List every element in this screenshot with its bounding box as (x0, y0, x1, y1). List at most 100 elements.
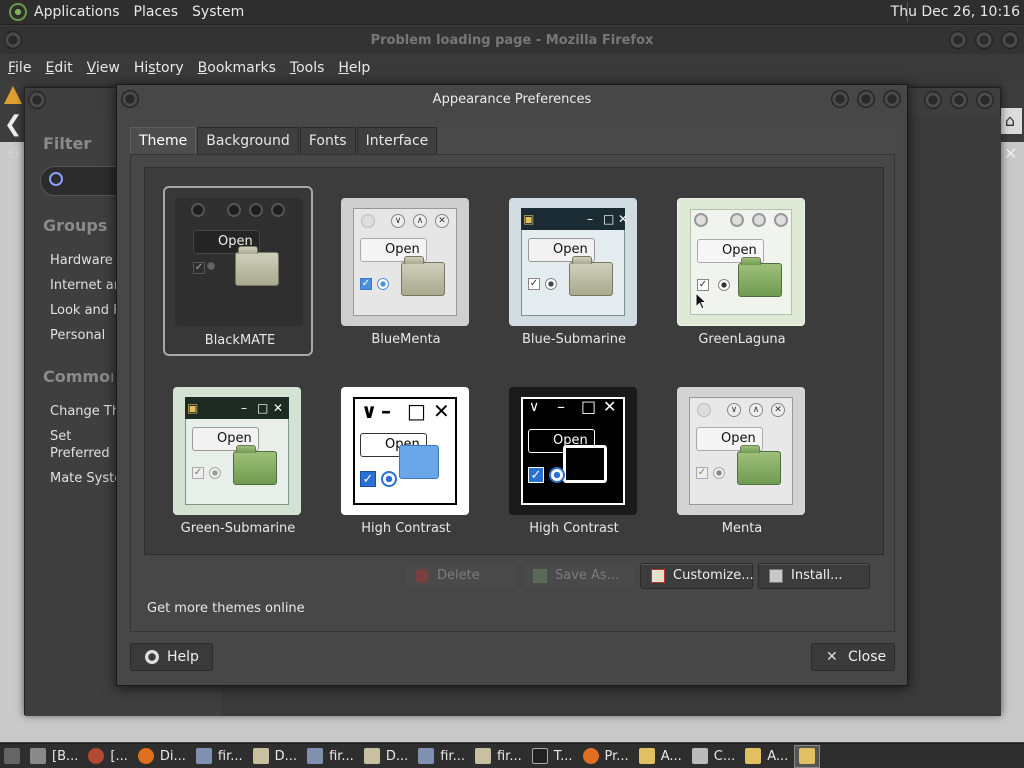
menu-history[interactable]: History (127, 60, 191, 76)
taskbar-item[interactable]: [... (84, 745, 131, 768)
close-icon: ✕ (603, 397, 617, 416)
firefox-window-title: Problem loading page - Mozilla Firefox (370, 32, 654, 48)
minimize-icon: – (241, 401, 247, 415)
folder-icon (399, 445, 439, 479)
theme-preview: ∨ – □ ✕ Open ✓ (509, 387, 637, 515)
close-button[interactable]: ✕ Close (811, 643, 895, 671)
taskbar-item[interactable]: fir... (192, 745, 247, 768)
group-hardware[interactable]: Hardware (50, 252, 120, 269)
checkbox-icon: ✓ (360, 278, 372, 290)
close-icon[interactable] (1001, 31, 1019, 49)
theme-name: BlackMATE (204, 333, 276, 348)
theme-preview: Open ✓ (175, 198, 303, 326)
maximize-icon[interactable] (950, 91, 968, 109)
preview-window-button-icon (227, 203, 241, 217)
taskbar-item[interactable]: fir... (471, 745, 526, 768)
folder-icon (563, 445, 607, 483)
task-system-monitor[interactable]: Mate System Monitor (50, 470, 120, 487)
taskbar-item[interactable]: A... (741, 745, 792, 768)
maximize-icon: □ (581, 397, 597, 416)
terminal-icon (195, 748, 212, 764)
chevron-down-icon: ∨ (361, 399, 378, 423)
tab-theme[interactable]: Theme (130, 127, 197, 155)
customize-button[interactable]: Customize... (640, 563, 754, 589)
taskbar-item-active[interactable] (794, 744, 821, 768)
back-arrow-icon[interactable]: ❮ (4, 112, 22, 137)
task-preferred-apps[interactable]: Set Preferred Applications (50, 428, 120, 462)
delete-button[interactable]: Delete (404, 563, 518, 589)
taskbar-item[interactable]: C... (688, 745, 739, 768)
menu-bookmarks[interactable]: Bookmarks (191, 60, 283, 76)
stop-icon[interactable]: ✕ (1004, 144, 1017, 163)
filter-search-input[interactable] (40, 166, 120, 196)
close-icon: ✕ (433, 399, 450, 423)
group-internet[interactable]: Internet and Network (50, 277, 120, 294)
theme-item-greenlaguna[interactable]: Open ✓ GreenLaguna (667, 186, 817, 356)
groups-heading: Groups (43, 216, 108, 235)
applications-menu[interactable]: Applications (27, 4, 127, 20)
theme-item-bluementa[interactable]: ∨ ∧ ✕ Open ✓ BlueMenta (331, 186, 481, 356)
system-menu[interactable]: System (185, 4, 251, 20)
help-button[interactable]: Help (130, 643, 213, 671)
minimize-icon[interactable] (949, 31, 967, 49)
app-icon: ▣ (187, 401, 199, 415)
window-menu-icon[interactable] (28, 91, 46, 109)
save-as-button[interactable]: Save As... (522, 563, 636, 589)
folder-icon (474, 748, 491, 764)
maximize-icon[interactable] (857, 90, 875, 108)
show-desktop-button[interactable] (0, 745, 24, 768)
taskbar-item[interactable]: [B... (26, 745, 82, 768)
group-personal[interactable]: Personal (50, 327, 120, 344)
theme-preview: ∨ ∧ ✕ Open ✓ (677, 387, 805, 515)
theme-item-high-contrast-inverse[interactable]: ∨ – □ ✕ Open ✓ High Contrast (499, 375, 649, 545)
identity-icon[interactable]: ⚇ (8, 146, 21, 162)
theme-item-green-submarine[interactable]: ▣ – □ ✕ Open ✓ Green-Submarine (163, 375, 313, 545)
folder-icon (235, 246, 279, 286)
taskbar-item[interactable]: fir... (414, 745, 469, 768)
theme-item-high-contrast[interactable]: ∨ – □ ✕ Open ✓ High Contrast (331, 375, 481, 545)
taskbar-item[interactable]: D... (249, 745, 301, 768)
minimize-icon[interactable] (924, 91, 942, 109)
mate-logo-icon[interactable] (9, 3, 27, 21)
home-icon[interactable]: ⌂ (998, 108, 1022, 134)
menu-tools[interactable]: Tools (283, 60, 332, 76)
maximize-icon: □ (407, 399, 426, 423)
taskbar-item[interactable]: T... (528, 745, 577, 768)
close-icon[interactable] (883, 90, 901, 108)
theme-item-menta[interactable]: ∨ ∧ ✕ Open ✓ Menta (667, 375, 817, 545)
chevron-down-icon: ∨ (727, 403, 741, 417)
tab-fonts[interactable]: Fonts (299, 127, 356, 154)
control-center-icon (691, 748, 708, 764)
places-menu[interactable]: Places (127, 4, 186, 20)
theme-item-blue-submarine[interactable]: ▣ – □ ✕ Open ✓ Blue-Submarine (499, 186, 649, 356)
theme-item-blackmate[interactable]: Open ✓ BlackMATE (163, 186, 313, 356)
menu-view[interactable]: View (80, 60, 127, 76)
maximize-icon[interactable] (975, 31, 993, 49)
window-menu-icon[interactable] (4, 31, 22, 49)
taskbar-item[interactable]: Pr... (579, 745, 633, 768)
clock[interactable]: Thu Dec 26, 10:16 (891, 4, 1020, 20)
tab-background[interactable]: Background (197, 127, 299, 154)
menu-file[interactable]: File (1, 60, 38, 76)
menu-help[interactable]: Help (331, 60, 377, 76)
install-button[interactable]: Install... (758, 563, 870, 589)
warning-icon (4, 86, 22, 104)
close-icon: ✕ (273, 401, 284, 415)
tab-interface[interactable]: Interface (356, 127, 438, 154)
common-tasks-heading: Common Tasks (43, 367, 113, 386)
menu-edit[interactable]: Edit (38, 60, 79, 76)
taskbar-item[interactable]: A... (635, 745, 686, 768)
window-menu-icon[interactable] (121, 90, 139, 108)
window-icon (30, 748, 46, 764)
terminal-icon (531, 748, 548, 764)
theme-preview: ▣ – □ ✕ Open ✓ (173, 387, 301, 515)
taskbar-item[interactable]: D... (360, 745, 412, 768)
close-icon: ✕ (826, 649, 838, 665)
minimize-icon[interactable] (831, 90, 849, 108)
taskbar-item[interactable]: fir... (303, 745, 358, 768)
taskbar-item[interactable]: Di... (134, 745, 190, 768)
task-change-theme[interactable]: Change Theme (50, 403, 120, 420)
get-more-themes-link[interactable]: Get more themes online (147, 601, 305, 616)
close-icon[interactable] (976, 91, 994, 109)
group-look-and-feel[interactable]: Look and Feel (50, 302, 120, 319)
